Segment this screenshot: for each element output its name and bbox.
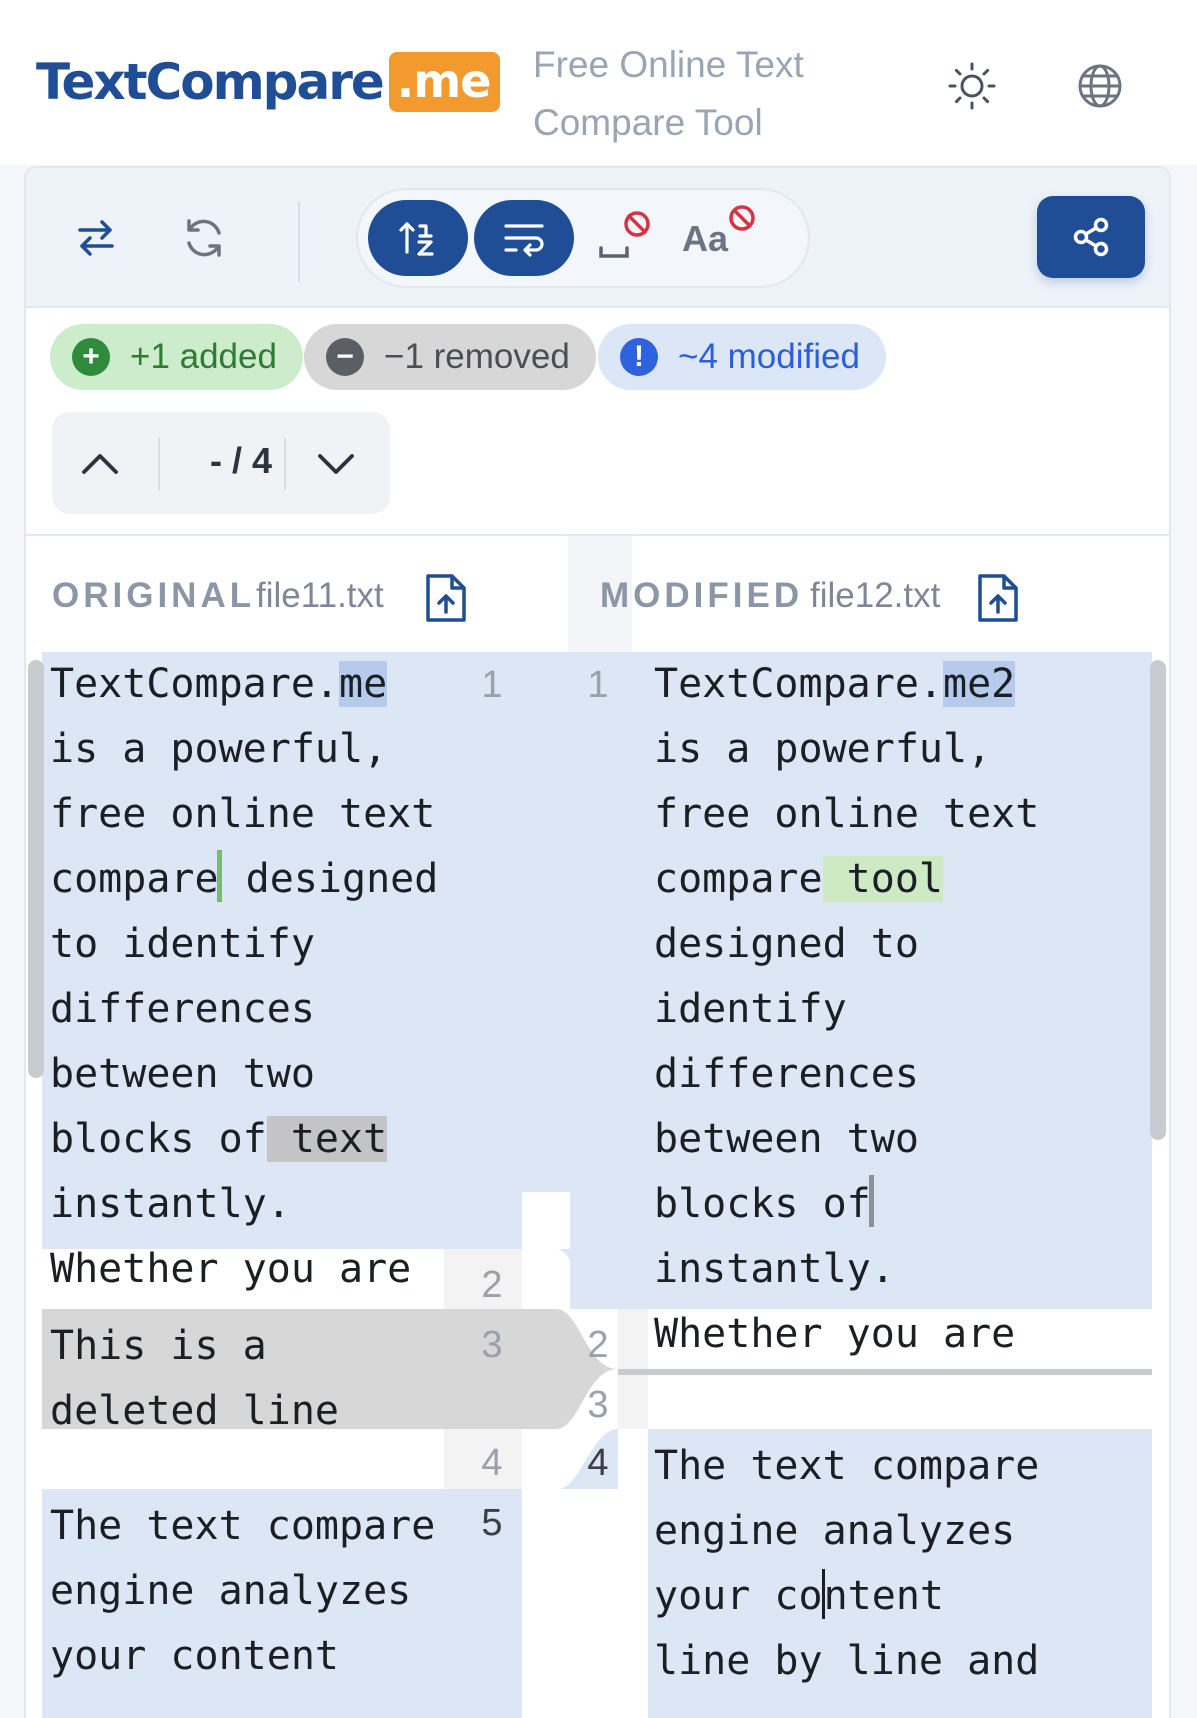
line-number: 1 [587, 664, 609, 706]
refresh-icon[interactable] [172, 206, 236, 270]
plus-icon: + [72, 338, 110, 376]
tagline: Free Online Text Compare Tool [533, 44, 804, 143]
upload-file-icon[interactable] [976, 572, 1020, 624]
swap-arrows-icon[interactable] [64, 206, 128, 270]
modified-label: MODIFIED [600, 576, 804, 615]
line-number: 2 [587, 1324, 609, 1366]
original-label: ORIGINAL [52, 576, 256, 615]
original-filename: file11.txt [256, 576, 384, 615]
deletion-marker [868, 1175, 874, 1227]
line-number: 4 [587, 1442, 609, 1484]
sun-icon[interactable] [946, 60, 998, 112]
logo-badge: .me [388, 52, 501, 112]
change-navigator: - / 4 [52, 412, 390, 514]
toolbar-divider [298, 202, 300, 282]
modified-filename: file12.txt [810, 576, 941, 615]
added-badge[interactable]: + +1 added [50, 324, 303, 390]
share-icon [1073, 217, 1109, 257]
globe-icon[interactable] [1074, 60, 1126, 112]
wrap-text-button[interactable] [474, 200, 574, 276]
sort-lines-button[interactable] [368, 200, 468, 276]
original-text-continued[interactable]: The text compare engine analyzes your co… [50, 1494, 435, 1689]
logo-text: TextCompare [36, 53, 385, 111]
ignore-case-label: Aa [682, 218, 729, 259]
options-group: Aa [356, 188, 810, 288]
upload-file-icon[interactable] [424, 572, 468, 624]
logo[interactable]: TextCompare .me [36, 52, 501, 112]
deleted-text[interactable]: This is a deleted line [50, 1314, 339, 1444]
modified-text[interactable]: TextCompare.me2 is a powerful, free onli… [654, 652, 1039, 1367]
sort-lines-icon [399, 222, 434, 256]
right-scrollbar[interactable] [1150, 660, 1166, 1140]
chevron-up-icon [82, 454, 118, 474]
line-number: 3 [587, 1384, 609, 1426]
next-change-button[interactable] [304, 432, 368, 496]
added-count: +1 added [130, 337, 277, 376]
line-number: 5 [481, 1502, 503, 1544]
file-header-row: ORIGINAL file11.txt MODIFIED file12.txt [26, 534, 1169, 654]
exclamation-icon: ! [620, 338, 658, 376]
original-text[interactable]: TextCompare.me is a powerful, free onlin… [50, 652, 438, 1302]
diff-view: TextCompare.me is a powerful, free onlin… [26, 652, 1169, 1718]
modified-badge[interactable]: ! ~4 modified [598, 324, 886, 390]
toolbar: Aa [26, 168, 1169, 308]
left-scrollbar[interactable] [28, 660, 44, 1078]
wrap-text-icon [504, 224, 544, 257]
whitespace-off-icon[interactable] [578, 200, 668, 276]
case-off-icon [729, 205, 755, 231]
ignore-case-button[interactable]: Aa [676, 200, 772, 276]
minus-icon: − [326, 338, 364, 376]
chevron-down-icon [318, 454, 354, 474]
line-number: 1 [481, 664, 503, 706]
modified-count: ~4 modified [678, 337, 860, 376]
line-number: 4 [481, 1442, 503, 1484]
compare-card: Aa + +1 added − −1 removed ! ~4 modified… [24, 166, 1171, 1718]
line-number: 3 [481, 1324, 503, 1366]
removed-badge[interactable]: − −1 removed [304, 324, 596, 390]
previous-change-button[interactable] [68, 432, 132, 496]
modified-text-continued[interactable]: The text compare engine analyzes your co… [654, 1434, 1039, 1694]
app-header: TextCompare .me Free Online Text Compare… [0, 0, 1197, 165]
share-button[interactable] [1037, 196, 1145, 278]
removed-count: −1 removed [384, 337, 570, 376]
line-number: 2 [481, 1264, 503, 1306]
